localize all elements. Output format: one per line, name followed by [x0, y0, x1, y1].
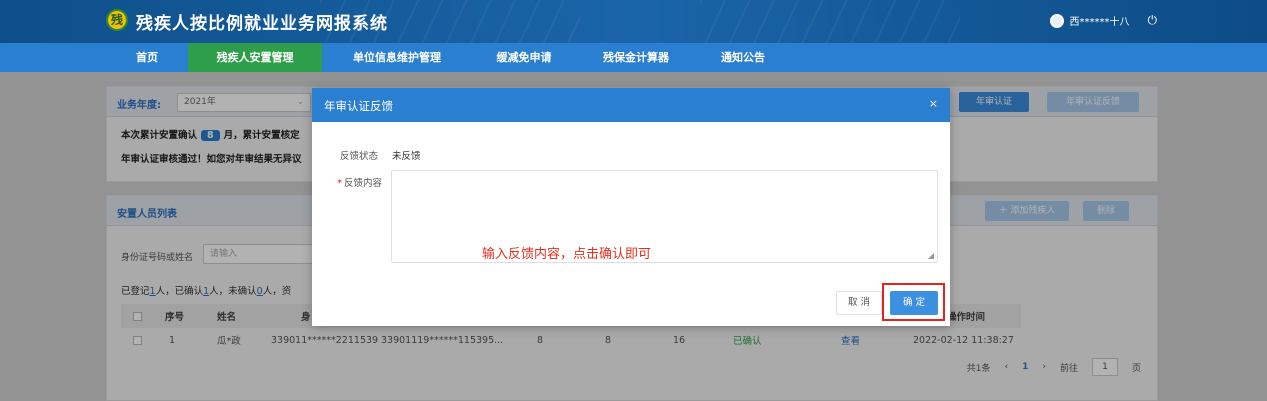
- nav-item-calculator[interactable]: 残保金计算器: [576, 43, 696, 72]
- avatar-icon: [1049, 13, 1064, 28]
- feedback-status-label: 反馈状态: [339, 151, 378, 162]
- cancel-button[interactable]: 取 消: [836, 291, 882, 315]
- feedback-status-value: 未反馈: [392, 151, 421, 162]
- feedback-dialog: 年审认证反馈 × 反馈状态 未反馈 * 反馈内容 ◢ 输入反馈内容，点击确认即可 …: [312, 88, 950, 326]
- app-logo-icon: 残: [106, 9, 128, 31]
- close-icon[interactable]: ×: [929, 97, 938, 110]
- nav-item-placement[interactable]: 残疾人安置管理: [188, 43, 322, 72]
- confirm-button[interactable]: 确 定: [890, 291, 938, 315]
- dialog-header: 年审认证反馈 ×: [312, 88, 950, 122]
- power-icon[interactable]: ⏻: [1148, 13, 1158, 28]
- feedback-content-label: * 反馈内容: [337, 178, 382, 189]
- nav-item-reduction[interactable]: 缓减免申请: [472, 43, 576, 72]
- dialog-title: 年审认证反馈: [324, 99, 393, 113]
- feedback-content-textarea[interactable]: ◢: [391, 170, 938, 263]
- app-header: 残 残疾人按比例就业业务网报系统 西******十八 ⏻: [0, 0, 1267, 43]
- user-area[interactable]: 西******十八 ⏻: [1049, 13, 1158, 28]
- resize-grip-icon[interactable]: ◢: [928, 251, 934, 260]
- nav-item-home[interactable]: 首页: [106, 43, 188, 72]
- nav-item-notices[interactable]: 通知公告: [696, 43, 790, 72]
- instruction-hint: 输入反馈内容，点击确认即可: [482, 247, 652, 262]
- nav-item-unit-info[interactable]: 单位信息维护管理: [322, 43, 472, 72]
- header-decoration: [700, 0, 960, 43]
- app-title: 残疾人按比例就业业务网报系统: [136, 14, 388, 34]
- main-nav: 首页 残疾人安置管理 单位信息维护管理 缓减免申请 残保金计算器 通知公告: [0, 43, 1267, 72]
- user-name[interactable]: 西******十八: [1070, 13, 1130, 28]
